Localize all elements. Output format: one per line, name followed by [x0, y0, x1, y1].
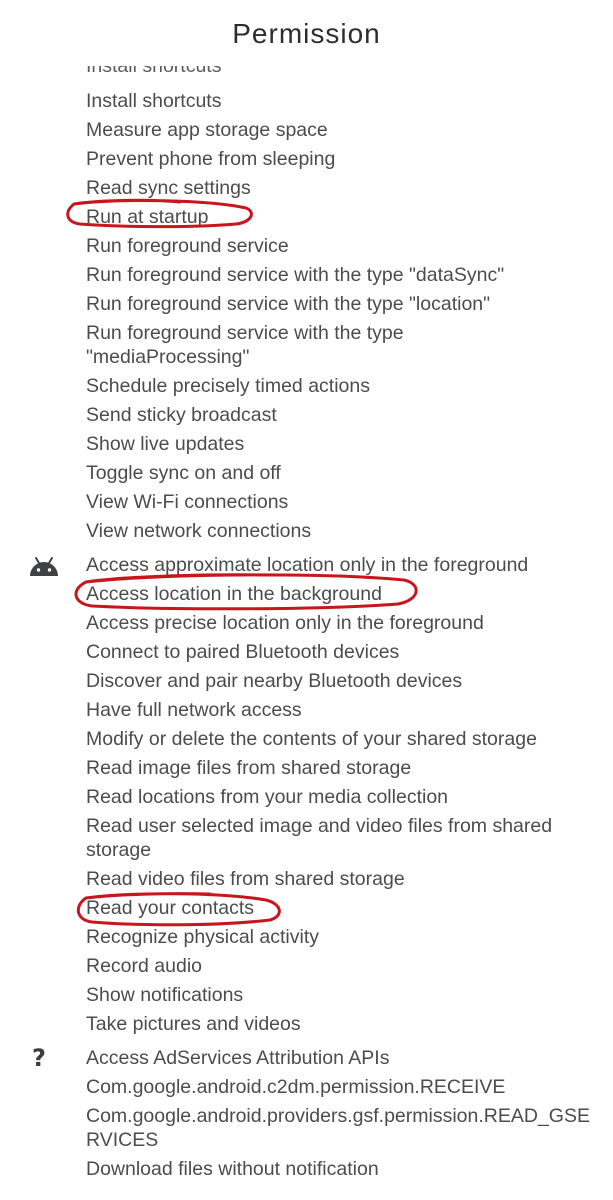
list-item[interactable]: Read locations from your media collectio…	[86, 782, 586, 811]
list-item[interactable]: Run foreground service with the type "da…	[86, 260, 586, 289]
list-item[interactable]: Have full network access	[86, 695, 586, 724]
list-item[interactable]: Recognize physical activity	[86, 922, 586, 951]
list-item-background-location[interactable]: Access location in the background	[86, 579, 586, 608]
permission-screen: Permission Install shortcuts Install sho…	[0, 0, 613, 1200]
list-item[interactable]: Record audio	[86, 951, 586, 980]
list-item[interactable]: Show notifications	[86, 980, 586, 1009]
list-item[interactable]: Measure app storage space	[86, 115, 586, 144]
list-item[interactable]: Download files without notification	[86, 1154, 586, 1183]
list-item[interactable]: Run foreground service with the type "me…	[86, 318, 466, 371]
list-item[interactable]: Com.google.android.providers.gsf.permiss…	[86, 1101, 591, 1154]
list-item[interactable]: Run foreground service	[86, 231, 586, 260]
list-item[interactable]: View network connections	[86, 516, 586, 545]
list-item[interactable]: Modify or delete the contents of your sh…	[86, 724, 586, 753]
list-item[interactable]: Run foreground service with the type "lo…	[86, 289, 586, 318]
list-item[interactable]: Access precise location only in the fore…	[86, 608, 586, 637]
list-item[interactable]: Read image files from shared storage	[86, 753, 586, 782]
list-item-run-at-startup[interactable]: Run at startup	[86, 202, 586, 231]
list-item[interactable]: Toggle sync on and off	[86, 458, 586, 487]
list-item[interactable]: Install shortcuts	[86, 86, 586, 115]
page-title: Permission	[232, 18, 381, 49]
list-item[interactable]: Show live updates	[86, 429, 586, 458]
android-icon	[26, 552, 62, 582]
permission-group-dangerous: Access approximate location only in the …	[0, 550, 613, 1038]
list-item[interactable]: Discover and pair nearby Bluetooth devic…	[86, 666, 586, 695]
permission-group-normal: Install shortcuts Measure app storage sp…	[0, 86, 613, 545]
list-item[interactable]: Access AdServices Attribution APIs	[86, 1043, 586, 1072]
list-item[interactable]: Read video files from shared storage	[86, 864, 586, 893]
permission-group-other: ? Access AdServices Attribution APIs Com…	[0, 1043, 613, 1183]
list-item[interactable]: Take pictures and videos	[86, 1009, 586, 1038]
question-icon: ?	[32, 1044, 46, 1072]
list-item[interactable]: Read sync settings	[86, 173, 586, 202]
list-item[interactable]: Read user selected image and video files…	[86, 811, 591, 864]
list-item[interactable]: View Wi-Fi connections	[86, 487, 586, 516]
list-item[interactable]: Access approximate location only in the …	[86, 550, 586, 579]
list-item[interactable]: Connect to paired Bluetooth devices	[86, 637, 586, 666]
list-item[interactable]: Schedule precisely timed actions	[86, 371, 586, 400]
list-item[interactable]: Prevent phone from sleeping	[86, 144, 586, 173]
list-item[interactable]: Send sticky broadcast	[86, 400, 586, 429]
list-item[interactable]: Com.google.android.c2dm.permission.RECEI…	[86, 1072, 586, 1101]
list-item-read-contacts[interactable]: Read your contacts	[86, 893, 586, 922]
clipped-list-item: Install shortcuts	[86, 66, 222, 77]
